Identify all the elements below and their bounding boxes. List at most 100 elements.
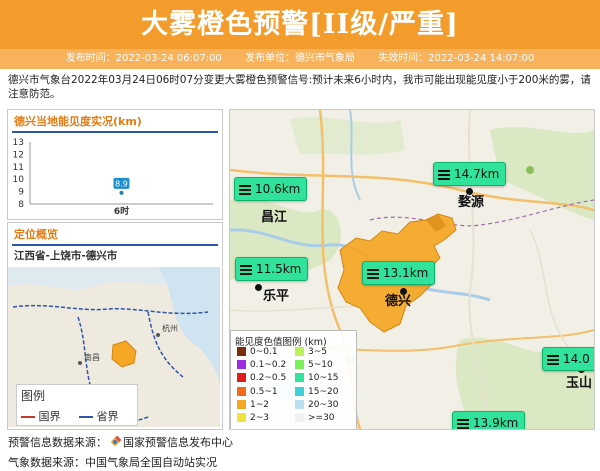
visibility-station-label[interactable]: 10.6km — [234, 177, 308, 201]
visibility-station-label[interactable]: 14.7km — [433, 162, 507, 186]
warning-title: 大雾橙色预警[II级/严重] — [0, 0, 600, 49]
visibility-value: 13.1km — [383, 266, 429, 280]
legend-title: 图例 — [21, 389, 46, 403]
national-border-line-icon — [21, 416, 35, 418]
legend-label: >=30 — [308, 413, 335, 423]
menu-icon — [547, 353, 559, 367]
legend-label: 10~15 — [308, 373, 339, 384]
panel-divider — [12, 131, 218, 133]
city-label-dexing: 德兴 — [385, 294, 412, 309]
location-legend: 图例 国界 省界 — [16, 384, 138, 426]
warning-source-line: 预警信息数据来源： 国家预警信息发布中心 — [8, 434, 233, 450]
expire-time: 失效时间：2022-03-24 14:07:00 — [378, 53, 535, 64]
legend-swatch — [295, 347, 304, 356]
legend-swatch — [295, 373, 304, 383]
map-legend-title: 能见度色值图例 (km) — [235, 337, 327, 348]
weather-source-line: 气象数据来源：中国气象局全国自动站实况 — [8, 454, 217, 470]
legend-item: 1~2 — [237, 399, 269, 410]
city-dot-leping — [255, 284, 262, 291]
legend-swatch — [295, 413, 304, 422]
menu-icon — [239, 183, 251, 197]
visibility-map[interactable]: 昌江 婺源 乐平 德兴 玉山 10.6km 14.7km 11.5km 13.1… — [229, 109, 595, 430]
y-tick-label: 8 — [18, 200, 24, 210]
visibility-station-label[interactable]: 13.1km — [362, 261, 436, 285]
legend-label: 0.5~1 — [250, 386, 278, 397]
legend-label: 1~2 — [250, 399, 269, 410]
legend-swatch — [295, 360, 304, 370]
legend-label: 省界 — [96, 410, 119, 423]
legend-label: 0~0.1 — [250, 347, 278, 357]
y-tick-label: 12 — [13, 150, 24, 160]
visibility-value: 14.7km — [454, 167, 500, 181]
visibility-chart: 13 12 11 10 9 8 6时 8.9 — [13, 138, 213, 217]
legend-item: 0.5~1 — [237, 386, 278, 397]
visibility-panel: 德兴当地能见度实况(km) 13 12 11 10 9 8 6时 8.9 — [7, 109, 223, 220]
legend-label: 3~5 — [308, 347, 327, 357]
legend-label: 国界 — [38, 410, 61, 423]
data-label: 8.9 — [115, 179, 128, 188]
legend-item: 0.2~0.5 — [237, 373, 286, 383]
mini-map-city-label: 南昌 — [84, 352, 100, 362]
legend-item: 20~30 — [295, 399, 339, 410]
visibility-value: 11.5km — [256, 262, 302, 276]
legend-label: 0.2~0.5 — [250, 373, 287, 384]
issuer: 发布单位：德兴市气象局 — [245, 53, 355, 64]
visibility-color-legend: 能见度色值图例 (km) 0~0.1 3~5 0.1~0.2 5~10 0.2~0.5 1… — [230, 330, 357, 429]
legend-item: 0.1~0.2 — [237, 360, 286, 370]
legend-item: 15~20 — [295, 386, 339, 397]
city-label-yushan: 玉山 — [566, 376, 593, 391]
legend-item: 10~15 — [295, 373, 338, 383]
legend-label: 5~10 — [308, 360, 333, 371]
x-tick-label: 6时 — [114, 205, 129, 217]
city-label-leping: 乐平 — [263, 289, 290, 304]
weather-source-prefix: 气象数据来源： — [8, 456, 85, 469]
legend-swatch — [295, 399, 304, 409]
legend-label: 20~30 — [308, 399, 339, 410]
legend-label: 15~20 — [308, 386, 339, 397]
legend-swatch — [295, 386, 304, 396]
legend-swatch — [237, 347, 246, 356]
issue-time: 发布时间：2022-03-24 06:07:00 — [65, 53, 222, 64]
visibility-panel-title: 德兴当地能见度实况(km) — [14, 115, 142, 128]
legend-item: >=30 — [295, 413, 335, 423]
data-point — [119, 190, 124, 195]
menu-icon — [438, 168, 450, 182]
warning-center-logo-icon — [110, 436, 121, 447]
weather-source-name: 中国气象局全国自动站实况 — [85, 456, 217, 469]
legend-item: 3~5 — [295, 347, 327, 357]
city-label-wuyuan: 婺源 — [458, 195, 485, 210]
warning-description: 德兴市气象台2022年03月24日06时07分变更大雾橙色预警信号:预计未来6小… — [8, 74, 591, 100]
location-panel: 定位概览 江西省-上饶市-德兴市 杭州南昌 图例 国界 省界 — [7, 222, 223, 430]
menu-icon — [367, 267, 379, 281]
mini-map-city-label: 杭州 — [162, 323, 178, 333]
menu-icon — [457, 417, 469, 430]
warning-source-prefix: 预警信息数据来源： — [8, 436, 107, 449]
y-tick-label: 11 — [13, 163, 24, 173]
legend-province-border: 省界 — [79, 408, 119, 424]
visibility-station-label[interactable]: 14.0 — [542, 347, 594, 371]
legend-swatch — [237, 399, 246, 409]
warning-meta-bar: 发布时间：2022-03-24 06:07:00 发布单位：德兴市气象局 失效时… — [0, 49, 600, 69]
province-border-line-icon — [79, 416, 93, 418]
legend-swatch — [237, 373, 246, 383]
visibility-value: 10.6km — [255, 182, 301, 196]
menu-icon — [240, 263, 252, 277]
visibility-station-label[interactable]: 13.9km — [452, 411, 526, 430]
legend-item: 2~3 — [237, 413, 269, 423]
legend-item: 5~10 — [295, 360, 333, 370]
warning-source-name[interactable]: 国家预警信息发布中心 — [123, 436, 233, 449]
legend-label: 0.1~0.2 — [250, 360, 287, 371]
location-panel-title: 定位概览 — [14, 228, 58, 241]
y-tick-label: 9 — [18, 188, 24, 198]
visibility-value: 13.9km — [473, 416, 519, 430]
y-tick-label: 10 — [13, 175, 25, 185]
location-path: 江西省-上饶市-德兴市 — [14, 250, 118, 262]
y-tick-label: 13 — [13, 138, 24, 148]
legend-label: 2~3 — [250, 413, 269, 423]
legend-item: 0~0.1 — [237, 347, 278, 357]
city-label-changjiang: 昌江 — [261, 210, 288, 225]
visibility-station-label[interactable]: 11.5km — [235, 257, 309, 281]
legend-swatch — [237, 413, 246, 422]
legend-national-border: 国界 — [21, 408, 61, 424]
legend-swatch — [237, 386, 246, 396]
